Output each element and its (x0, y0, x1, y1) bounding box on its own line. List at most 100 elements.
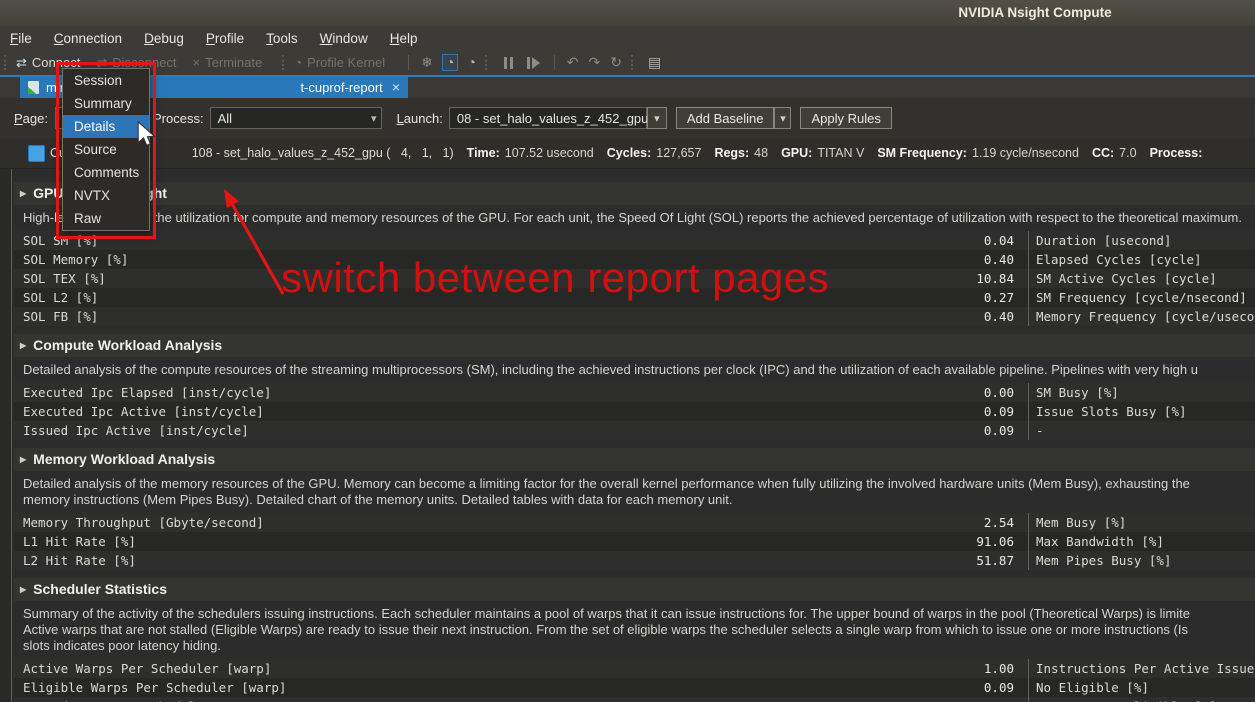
section-title: Memory Workload Analysis (33, 448, 215, 471)
resume-icon[interactable] (527, 57, 540, 69)
metric-name: Executed Ipc Elapsed [inst/cycle] (23, 383, 670, 402)
description-line: Summary of the activity of the scheduler… (23, 606, 1255, 622)
metric-name: Eligible Warps Per Scheduler [warp] (23, 678, 670, 697)
compute-table: Executed Ipc Elapsed [inst/cycle]0.00SM … (14, 383, 1255, 440)
tab-close-icon[interactable]: × (392, 81, 400, 94)
scheduler-table: Active Warps Per Scheduler [warp]1.00Ins… (14, 659, 1255, 702)
description-line: Active warps that are not stalled (Eligi… (23, 622, 1255, 638)
table-row: Memory Throughput [Gbyte/second]2.54Mem … (14, 513, 1255, 532)
description-line: Detailed analysis of the compute resourc… (23, 362, 1255, 378)
table-row: SOL FB [%]0.40Memory Frequency [cycle/us… (14, 307, 1255, 326)
freeze-api-icon[interactable]: ❄ (421, 55, 433, 70)
launch-combobox[interactable]: 08 - set_halo_values_z_452_gpu (449, 107, 647, 129)
menu-item-comments[interactable]: Comments (63, 161, 149, 184)
current-kernel-checkbox[interactable] (28, 145, 45, 162)
menu-window[interactable]: Window (312, 29, 376, 48)
tab-label-right: t-cuprof-report (300, 80, 382, 95)
launch-dropdown-button[interactable]: ▾ (647, 107, 667, 129)
step-over-icon[interactable]: ↷ (589, 55, 601, 70)
table-row: SOL TEX [%]10.84SM Active Cycles [cycle] (14, 269, 1255, 288)
metric-name-2: No Eligible [%] (1028, 678, 1255, 697)
metric-name: L2 Hit Rate [%] (23, 551, 670, 570)
expander-icon: ▶ (20, 578, 26, 601)
section-header-gpu-speed-of-light[interactable]: ▶ GPU Speed Of Light (14, 182, 1255, 205)
metric-name: L1 Hit Rate [%] (23, 532, 670, 551)
apply-rules-button[interactable]: Apply Rules (800, 107, 891, 129)
menu-item-nvtx[interactable]: NVTX (63, 184, 149, 207)
stat-label: Regs: (714, 146, 749, 160)
process-combobox[interactable]: All ▾ (210, 107, 382, 129)
section-header-scheduler-statistics[interactable]: ▶ Scheduler Statistics (14, 578, 1255, 601)
table-row: Executed Ipc Elapsed [inst/cycle]0.00SM … (14, 383, 1255, 402)
kernel-name: 108 - set_halo_values_z_452_gpu ( 4, 1, … (192, 146, 454, 160)
step-back-icon[interactable]: ↶ (567, 55, 579, 70)
sol-table: SOL SM [%]0.04Duration [usecond] SOL Mem… (14, 231, 1255, 326)
pause-icon[interactable] (504, 57, 513, 69)
metric-name-2: SM Active Cycles [cycle] (1028, 269, 1255, 288)
stat-label: GPU: (781, 146, 812, 160)
profile-kernel-label: Profile Kernel (307, 55, 385, 70)
menu-item-source[interactable]: Source (63, 138, 149, 161)
table-row: SOL Memory [%]0.40Elapsed Cycles [cycle] (14, 250, 1255, 269)
launch-combobox-value: 08 - set_halo_values_z_452_gpu (457, 111, 649, 126)
stat-regs: Regs:48 (714, 146, 768, 160)
document-tabbar: min t-cuprof-report × (0, 77, 1255, 98)
metric-value: 0.04 (670, 231, 1022, 250)
table-row: L2 Hit Rate [%]51.87Mem Pipes Busy [%] (14, 551, 1255, 570)
metric-name: SOL L2 [%] (23, 288, 670, 307)
expander-icon: ▶ (20, 334, 26, 357)
metric-name-2: Max Bandwidth [%] (1028, 532, 1255, 551)
profile-kernel-icon: ◔ (294, 55, 302, 70)
layers-icon[interactable]: ▤ (648, 55, 661, 70)
report-controls: Page: Details ▾ Process: All ▾ Launch: 0… (0, 98, 1255, 138)
profile-kernel-button: ◔ Profile Kernel (294, 55, 385, 70)
table-row: SOL L2 [%]0.27SM Frequency [cycle/nsecon… (14, 288, 1255, 307)
menu-debug[interactable]: Debug (136, 29, 192, 48)
metric-value: 0.00 (670, 383, 1022, 402)
menu-file[interactable]: File (2, 29, 40, 48)
menu-connection[interactable]: Connection (46, 29, 130, 48)
terminate-button: × Terminate (193, 55, 263, 70)
menu-profile[interactable]: Profile (198, 29, 252, 48)
menu-item-raw[interactable]: Raw (63, 207, 149, 230)
metric-name: Memory Throughput [Gbyte/second] (23, 513, 670, 532)
expander-icon: ▶ (20, 182, 26, 205)
auto-profile-icon[interactable]: ◔ (467, 55, 475, 70)
profile-kernel-mode-icon[interactable]: ◔ (442, 54, 458, 71)
metric-value: 0.27 (670, 288, 1022, 307)
description-line: slots indicates poor latency hiding. (23, 638, 1255, 654)
menu-item-summary[interactable]: Summary (63, 92, 149, 115)
window-titlebar: NVIDIA Nsight Compute (0, 0, 1255, 26)
metric-value: 0.09 (670, 421, 1022, 440)
page-dropdown-menu: Session Summary Details Source Comments … (62, 68, 150, 231)
metric-value: 0.40 (670, 250, 1022, 269)
connect-icon: ⇄ (16, 55, 27, 71)
step-forward-icon[interactable]: ↻ (610, 55, 622, 70)
table-row: L1 Hit Rate [%]91.06Max Bandwidth [%] (14, 532, 1255, 551)
menu-item-session[interactable]: Session (63, 69, 149, 92)
metric-name: Issued Warp Per Scheduler (23, 697, 670, 702)
stat-value: 107.52 usecond (505, 146, 594, 160)
memory-table: Memory Throughput [Gbyte/second]2.54Mem … (14, 513, 1255, 570)
menu-help[interactable]: Help (382, 29, 426, 48)
table-row: SOL SM [%]0.04Duration [usecond] (14, 231, 1255, 250)
menu-item-details[interactable]: Details (63, 115, 149, 138)
terminate-icon: × (193, 55, 201, 70)
launch-label: Launch: (397, 111, 443, 126)
section-title: Compute Workload Analysis (33, 334, 222, 357)
report-details-page: ▶ GPU Speed Of Light High-level overview… (0, 169, 1255, 702)
stat-label: Process: (1150, 146, 1203, 160)
metric-name: Active Warps Per Scheduler [warp] (23, 659, 670, 678)
stat-label: Cycles: (607, 146, 651, 160)
table-row: Issued Ipc Active [inst/cycle]0.09- (14, 421, 1255, 440)
section-header-memory-workload[interactable]: ▶ Memory Workload Analysis (14, 448, 1255, 471)
menu-tools[interactable]: Tools (258, 29, 306, 48)
stat-label: Time: (467, 146, 500, 160)
add-baseline-dropdown-button[interactable]: ▾ (774, 107, 791, 129)
add-baseline-button[interactable]: Add Baseline (676, 107, 775, 129)
stat-value: TITAN V (817, 146, 864, 160)
metric-value: 2.54 (670, 513, 1022, 532)
toolbar-grip (631, 55, 637, 70)
section-header-compute-workload[interactable]: ▶ Compute Workload Analysis (14, 334, 1255, 357)
stat-process: Process: (1150, 146, 1208, 160)
